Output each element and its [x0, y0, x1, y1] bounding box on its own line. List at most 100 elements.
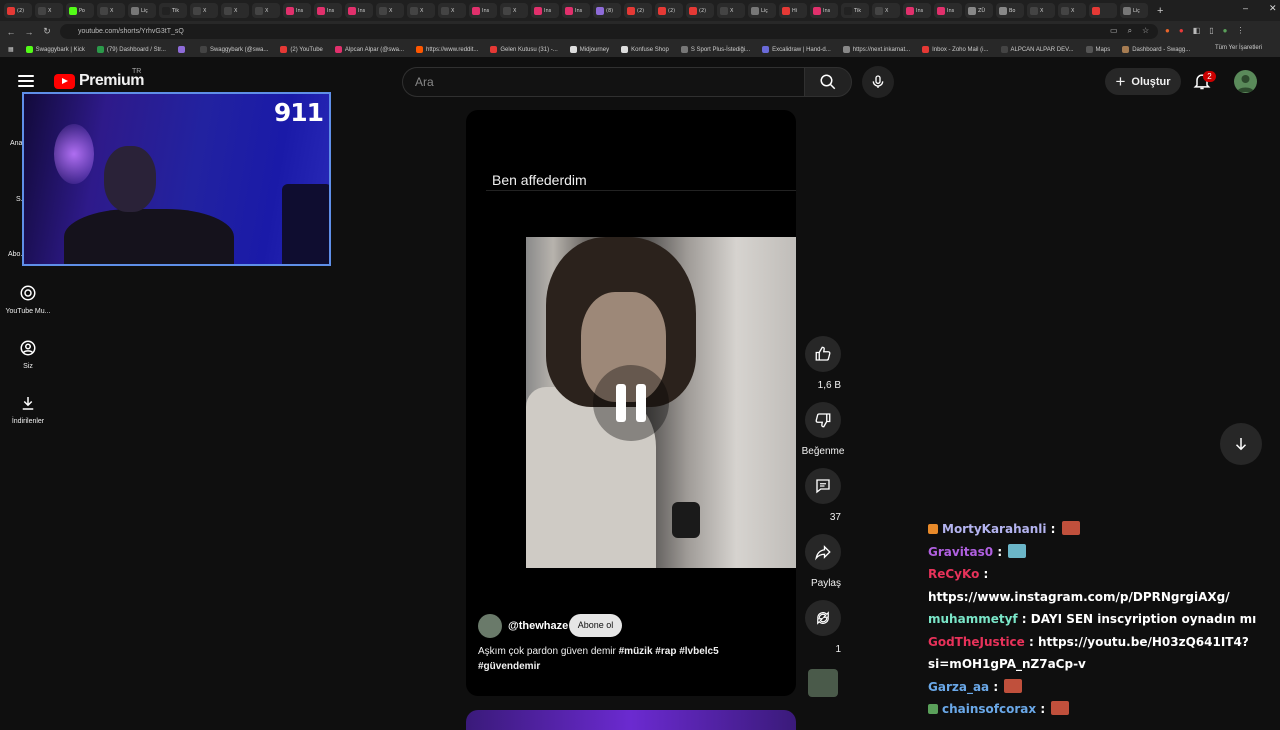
tab-favicon-icon — [131, 6, 139, 15]
bookmark-item[interactable]: Midjourney — [569, 46, 609, 53]
browser-tab[interactable]: Hi — [779, 3, 807, 18]
browser-tab[interactable]: Bo — [996, 3, 1024, 18]
bookmark-item[interactable]: (79) Dashboard / Str... — [96, 46, 166, 53]
search-input[interactable]: Ara — [402, 67, 804, 97]
account-avatar[interactable] — [1234, 70, 1257, 93]
bookmark-item[interactable] — [177, 46, 188, 53]
bookmark-item[interactable]: ALPCAN ALPAR DEV... — [1000, 46, 1074, 53]
browser-tab[interactable]: X — [376, 3, 404, 18]
browser-tab[interactable]: (8) — [593, 3, 621, 18]
bookmark-item[interactable]: Alpcan Alpar (@swa... — [334, 46, 404, 53]
extension-icon[interactable]: ● — [1179, 26, 1184, 35]
browser-tab[interactable]: Tik — [159, 3, 187, 18]
bookmark-item[interactable]: https://www.reddit... — [416, 46, 478, 53]
remix-button[interactable] — [805, 600, 841, 636]
browser-tab[interactable]: X — [97, 3, 125, 18]
shorts-player[interactable]: Ben affederdim @thewhaze Abone ol Aşkım … — [466, 110, 796, 696]
browser-tab[interactable]: X — [500, 3, 528, 18]
apps-icon[interactable]: ▦ — [8, 46, 14, 53]
browser-tab[interactable]: (2) — [624, 3, 652, 18]
share-button[interactable] — [805, 534, 841, 570]
address-bar[interactable]: youtube.com/shorts/YrhvG3tT_sQ — [60, 24, 1158, 39]
browser-tab[interactable]: X — [190, 3, 218, 18]
pause-button[interactable] — [593, 365, 669, 441]
sound-thumbnail[interactable] — [808, 669, 838, 697]
reload-icon[interactable]: ↻ — [38, 26, 56, 37]
browser-tab[interactable]: X — [1058, 3, 1086, 18]
browser-tab[interactable]: Ins — [314, 3, 342, 18]
browser-tab[interactable]: Ins — [934, 3, 962, 18]
browser-tab[interactable]: Liç — [1120, 3, 1148, 18]
browser-tab[interactable]: (2) — [4, 3, 32, 18]
extensions-puzzle-icon[interactable]: ◧ — [1193, 26, 1201, 35]
dislike-button[interactable] — [805, 402, 841, 438]
back-icon[interactable]: ← — [2, 27, 20, 37]
all-bookmarks-link[interactable]: Tüm Yer İşaretleri — [1215, 45, 1262, 51]
browser-tab[interactable]: X — [407, 3, 435, 18]
close-window-icon[interactable]: ✕ — [1269, 3, 1277, 14]
voice-search-button[interactable] — [862, 66, 894, 98]
sidebar-item-you[interactable]: Siz — [0, 339, 56, 370]
youtube-premium-logo[interactable]: Premium TR — [54, 68, 144, 90]
bookmark-item[interactable]: Swaggybark (@swa... — [199, 46, 268, 53]
browser-menu-icon[interactable]: ⋮ — [1237, 26, 1245, 35]
bookmark-item[interactable]: Inbox - Zoho Mail (i... — [922, 46, 989, 53]
browser-tab[interactable]: Liç — [128, 3, 156, 18]
bookmark-item[interactable]: (2) YouTube — [280, 46, 323, 53]
extension-icon[interactable]: ● — [1165, 26, 1170, 35]
browser-tab[interactable]: Ins — [903, 3, 931, 18]
new-tab-icon[interactable]: + — [1157, 5, 1163, 17]
browser-tab[interactable]: Tik — [841, 3, 869, 18]
browser-tab[interactable]: X — [1027, 3, 1055, 18]
profile-icon[interactable]: ● — [1223, 26, 1228, 35]
bookmark-item[interactable]: Maps — [1085, 46, 1110, 53]
star-icon[interactable]: ☆ — [1142, 26, 1149, 36]
browser-tab[interactable]: Po — [66, 3, 94, 18]
channel-name[interactable]: @thewhaze — [508, 620, 568, 632]
sidebar-toggle-icon[interactable]: ▯ — [1209, 26, 1213, 35]
browser-tab[interactable]: Ins — [810, 3, 838, 18]
bookmark-item[interactable]: Dashboard - Swagg... — [1122, 46, 1190, 53]
browser-tab[interactable]: Ins — [531, 3, 559, 18]
bookmark-item[interactable]: Konfuse Shop — [621, 46, 669, 53]
subscribe-button[interactable]: Abone ol — [569, 614, 622, 637]
next-video-button[interactable] — [1220, 423, 1262, 465]
like-button[interactable] — [805, 336, 841, 372]
browser-tab[interactable]: Ins — [562, 3, 590, 18]
sidebar-item-downloads[interactable]: İndirilenler — [0, 394, 56, 425]
browser-tab[interactable]: Liç — [748, 3, 776, 18]
browser-tab[interactable]: X — [221, 3, 249, 18]
create-button[interactable]: + Oluştur — [1105, 68, 1181, 95]
browser-tab[interactable]: X — [438, 3, 466, 18]
bookmark-item[interactable]: Swaggybark | Kick — [25, 46, 85, 53]
bookmark-item[interactable]: Excalidraw | Hand-d... — [762, 46, 831, 53]
dislike-label: Beğenme — [801, 446, 845, 457]
sidebar-item-youtube-music[interactable]: YouTube Mu... — [0, 284, 56, 315]
browser-tab[interactable]: Ins — [283, 3, 311, 18]
cast-icon[interactable]: ▭ — [1110, 26, 1118, 36]
browser-tab[interactable]: X — [717, 3, 745, 18]
comments-button[interactable] — [805, 468, 841, 504]
browser-tab[interactable]: X — [872, 3, 900, 18]
bookmark-item[interactable]: https://next.inkarnat... — [842, 46, 910, 53]
browser-tab[interactable]: X — [252, 3, 280, 18]
zoom-icon[interactable]: ⌕ — [1128, 26, 1132, 36]
forward-icon[interactable]: → — [20, 27, 38, 37]
browser-tab[interactable] — [1089, 3, 1117, 18]
next-short-preview[interactable] — [466, 710, 796, 730]
chat-text: DAYI SEN inscyription oynadın mı — [1030, 612, 1257, 626]
search-button[interactable] — [804, 67, 852, 97]
bookmark-item[interactable]: S Sport Plus-İstediği... — [680, 46, 750, 53]
hashtags[interactable]: #müzik #rap #lvbelc5 — [619, 646, 719, 657]
browser-tab[interactable]: (2) — [655, 3, 683, 18]
browser-tab[interactable]: Ins — [345, 3, 373, 18]
browser-tab[interactable]: (2) — [686, 3, 714, 18]
browser-tab[interactable]: ZÜ — [965, 3, 993, 18]
bookmark-item[interactable]: Gelen Kutusu (31) -... — [490, 46, 558, 53]
menu-icon[interactable] — [18, 75, 34, 87]
channel-avatar[interactable] — [478, 614, 502, 638]
hashtag[interactable]: #güvendemir — [478, 661, 540, 672]
minimize-icon[interactable]: – — [1243, 3, 1248, 13]
browser-tab[interactable]: X — [35, 3, 63, 18]
browser-tab[interactable]: Ins — [469, 3, 497, 18]
